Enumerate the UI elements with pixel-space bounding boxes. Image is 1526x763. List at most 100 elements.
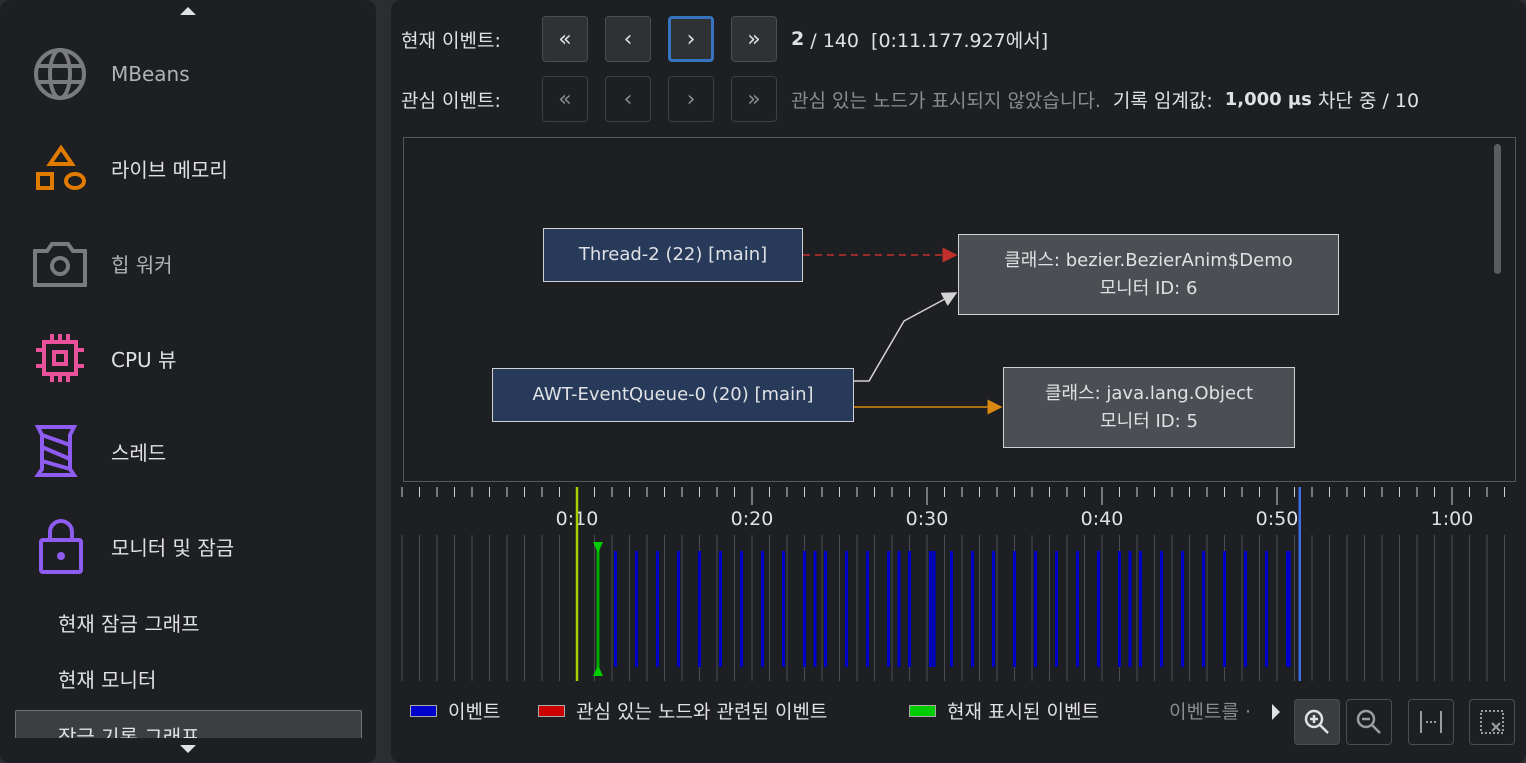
interest-event-label: 관심 이벤트: xyxy=(401,89,501,112)
main-panel: 현재 이벤트: « ‹ › » 2 / 140 [0:11.177.927에서]… xyxy=(391,0,1526,763)
sidebar-item-label: 스레드 xyxy=(111,440,167,465)
sidebar-item-label: 힙 워커 xyxy=(111,252,173,277)
event-bar xyxy=(740,551,743,667)
legend-label: 관심 있는 노드와 관련된 이벤트 xyxy=(576,701,828,723)
event-bar xyxy=(1139,551,1142,667)
legend-item-events: 이벤트 xyxy=(410,697,500,724)
event-bar xyxy=(635,551,638,667)
threshold-value: 1,000 μs xyxy=(1224,88,1312,110)
sidebar-item-label: 모니터 및 잠금 xyxy=(111,535,235,560)
event-bar xyxy=(803,551,806,667)
event-bar xyxy=(719,551,722,667)
event-bar xyxy=(1118,551,1121,667)
event-bar xyxy=(1128,551,1132,667)
thread-node-label: AWT-EventQueue-0 (20) [main] xyxy=(532,384,814,405)
last-event-button[interactable]: » xyxy=(731,16,777,62)
sidebar-item-heap-walker[interactable]: 힙 워커 xyxy=(30,233,173,293)
thread-node[interactable]: Thread-2 (22) [main] xyxy=(543,228,803,282)
scroll-up-arrow[interactable] xyxy=(180,7,196,15)
event-bar xyxy=(1034,551,1037,667)
next-event-button[interactable]: › xyxy=(668,16,714,62)
first-event-button[interactable]: « xyxy=(542,16,588,62)
event-bar xyxy=(782,551,785,667)
event-bar xyxy=(677,551,680,667)
event-bar xyxy=(845,551,848,667)
event-bar xyxy=(824,551,827,667)
monitor-node[interactable]: 클래스: bezier.BezierAnim$Demo 모니터 ID: 6 xyxy=(958,234,1339,315)
zoom-in-icon xyxy=(1304,709,1329,734)
tick-label: 1:00 xyxy=(1431,508,1474,530)
event-bar xyxy=(1055,551,1058,667)
interest-event-row: 관심 이벤트: « ‹ › » 관심 있는 노드가 표시되지 않았습니다. 기록… xyxy=(401,76,1419,122)
prev-event-button[interactable]: ‹ xyxy=(605,16,651,62)
sidebar-item-mbeans[interactable]: MBeans xyxy=(30,44,190,104)
zoom-in-button[interactable] xyxy=(1294,699,1340,745)
event-bar xyxy=(1223,551,1226,667)
event-bar xyxy=(813,551,817,667)
event-bar xyxy=(908,551,911,667)
legend-swatch xyxy=(538,704,565,717)
next-interest-button[interactable]: › xyxy=(668,76,714,122)
legend-truncated: 이벤트를 · xyxy=(1169,701,1251,723)
event-bar xyxy=(1287,551,1291,667)
event-bar xyxy=(614,551,617,667)
event-bar xyxy=(897,551,901,667)
monitor-class: 클래스: bezier.BezierAnim$Demo xyxy=(1004,249,1293,271)
current-event-label: 현재 이벤트: xyxy=(401,29,501,52)
monitor-node[interactable]: 클래스: java.lang.Object 모니터 ID: 5 xyxy=(1003,367,1295,448)
legend-label: 현재 표시된 이벤트 xyxy=(947,701,1099,723)
event-bar xyxy=(929,551,932,667)
lock-graph-canvas[interactable]: Thread-2 (22) [main] AWT-EventQueue-0 (2… xyxy=(403,137,1516,482)
legend-more-arrow[interactable] xyxy=(1272,704,1280,720)
scroll-down-arrow[interactable] xyxy=(180,745,196,753)
globe-icon xyxy=(34,48,86,100)
last-interest-button[interactable]: » xyxy=(731,76,777,122)
monitor-id: 모니터 ID: 5 xyxy=(1100,410,1198,432)
monitor-class: 클래스: java.lang.Object xyxy=(1044,382,1254,404)
tick-label: 0:40 xyxy=(1081,508,1124,530)
thread-node-label: Thread-2 (22) [main] xyxy=(578,244,768,265)
zoom-out-button[interactable] xyxy=(1346,699,1392,745)
sidebar-subitem-current-monitors[interactable]: 현재 모니터 xyxy=(58,664,156,693)
sidebar-item-label: 라이브 메모리 xyxy=(111,157,228,182)
sidebar-subitem-current-lock-graph[interactable]: 현재 잠금 그래프 xyxy=(58,608,200,637)
threshold-label: 기록 임계값: xyxy=(1112,89,1213,112)
event-bar xyxy=(866,551,869,667)
event-bar xyxy=(1013,551,1016,667)
spool-icon xyxy=(34,425,78,477)
first-interest-button[interactable]: « xyxy=(542,76,588,122)
tick-label: 0:20 xyxy=(731,508,774,530)
sidebar-item-label: CPU 뷰 xyxy=(111,347,177,372)
event-timeline[interactable]: 0:10 0:20 0:30 0:40 0:50 1:00 xyxy=(391,483,1526,683)
chip-icon xyxy=(36,334,84,382)
event-bar xyxy=(1244,551,1247,667)
clear-selection-button[interactable] xyxy=(1469,699,1515,745)
clear-selection-icon xyxy=(1480,710,1504,734)
camera-icon xyxy=(33,242,87,287)
event-bar xyxy=(1265,551,1268,667)
monitor-id: 모니터 ID: 6 xyxy=(1099,277,1198,299)
sidebar-item-cpu-view[interactable]: CPU 뷰 xyxy=(30,328,176,388)
legend-item-current-event: 현재 표시된 이벤트 xyxy=(909,697,1099,724)
fit-width-icon xyxy=(1420,711,1442,733)
current-event-bar xyxy=(596,545,600,671)
sidebar-item-label: MBeans xyxy=(111,62,190,86)
event-bar xyxy=(1076,551,1079,667)
fit-button[interactable] xyxy=(1408,699,1454,745)
lock-icon xyxy=(39,519,83,574)
current-event-row: 현재 이벤트: « ‹ › » 2 / 140 [0:11.177.927에서] xyxy=(401,16,1048,62)
event-bar xyxy=(971,551,974,667)
event-bar xyxy=(887,551,890,667)
sidebar-item-threads[interactable]: 스레드 xyxy=(30,421,166,481)
prev-interest-button[interactable]: ‹ xyxy=(605,76,651,122)
event-bar xyxy=(656,551,659,667)
legend-swatch xyxy=(909,704,936,717)
thread-node[interactable]: AWT-EventQueue-0 (20) [main] xyxy=(492,368,854,422)
shapes-icon xyxy=(36,144,86,190)
threshold-info: 차단 중 / 10 xyxy=(1311,89,1420,112)
owns-edge xyxy=(853,292,958,382)
sidebar-item-live-memory[interactable]: 라이브 메모리 xyxy=(30,138,228,198)
legend-label: 이벤트 xyxy=(448,701,501,723)
sidebar-item-monitors-locks[interactable]: 모니터 및 잠금 xyxy=(30,516,234,576)
graph-vertical-scrollbar[interactable] xyxy=(1494,144,1501,274)
